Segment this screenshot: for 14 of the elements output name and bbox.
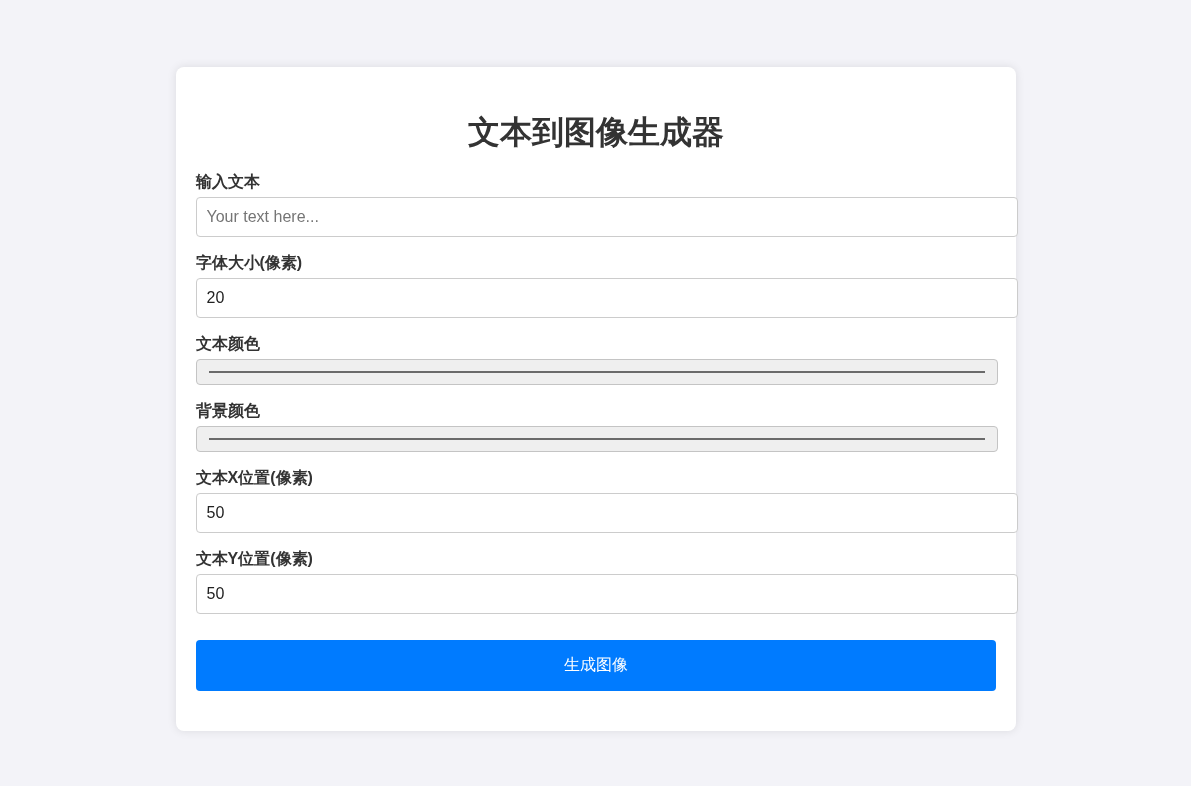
field-label: 文本X位置(像素) <box>195 468 313 488</box>
field-label: 文本颜色 <box>195 334 260 354</box>
color-picker[interactable] <box>195 359 998 385</box>
page-title: 文本到图像生成器 <box>466 113 725 151</box>
input-field[interactable]: Your text here... <box>195 197 1018 237</box>
field-label: 背景颜色 <box>195 401 260 421</box>
field-label: 字体大小(像素) <box>195 253 303 273</box>
field-label: 文本Y位置(像素) <box>195 549 313 569</box>
input-field[interactable]: 50 <box>195 493 1018 533</box>
input-field[interactable]: 50 <box>195 574 1018 614</box>
generate-button[interactable]: 生成图像 <box>195 640 996 691</box>
input-field[interactable]: 20 <box>195 278 1018 318</box>
field-label: 输入文本 <box>195 172 260 192</box>
color-picker[interactable] <box>195 426 998 452</box>
